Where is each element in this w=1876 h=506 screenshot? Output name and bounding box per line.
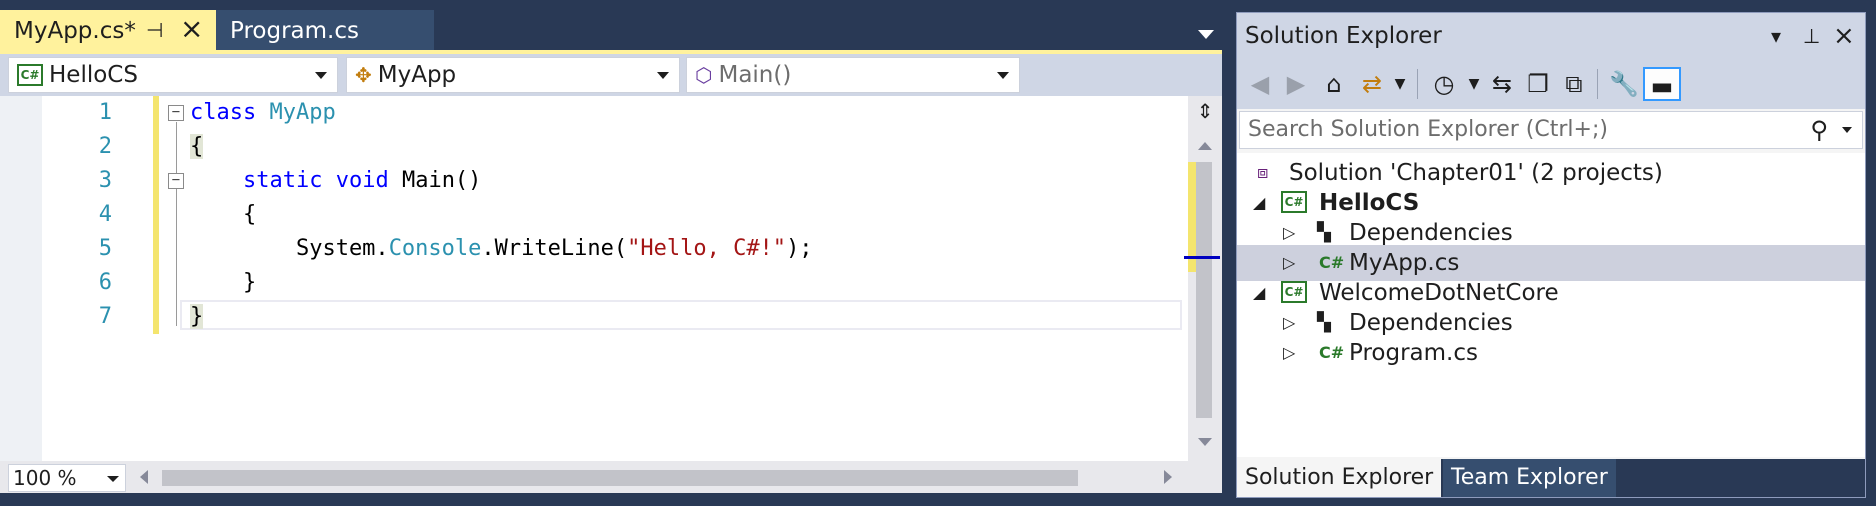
collapse-all-icon[interactable]: ❐: [1521, 67, 1555, 101]
wrench-icon[interactable]: 🔧: [1607, 67, 1641, 101]
home-icon[interactable]: ⌂: [1317, 67, 1351, 101]
toolbar-separator: [1417, 69, 1418, 99]
tree-item-label: Program.cs: [1349, 340, 1478, 366]
visual-studio-solution-icon: ⧈: [1257, 162, 1269, 183]
close-icon[interactable]: ×: [180, 14, 203, 44]
tab-team-explorer[interactable]: Team Explorer: [1443, 459, 1616, 497]
outline-line: [176, 122, 177, 326]
line-number: 5: [98, 236, 112, 261]
csharp-project-icon: C#: [1281, 191, 1307, 213]
scrollbar-thumb[interactable]: [1196, 162, 1212, 418]
line-number: 4: [98, 202, 112, 227]
code-line: {: [190, 134, 204, 159]
glyph-margin: [0, 96, 42, 461]
tree-item-program-cs[interactable]: ▷ C# Program.cs: [1237, 335, 1865, 371]
panel-title: Solution Explorer: [1245, 23, 1442, 49]
line-number: 1: [98, 100, 112, 125]
search-placeholder: Search Solution Explorer (Ctrl+;): [1248, 117, 1608, 142]
line-number: 6: [98, 270, 112, 295]
code-line: class MyApp: [190, 100, 336, 125]
scroll-up-icon[interactable]: [1198, 142, 1212, 150]
tab-solution-explorer[interactable]: Solution Explorer: [1237, 459, 1442, 497]
code-line: System.Console.WriteLine("Hello, C#!");: [190, 236, 813, 261]
zoom-value: 100 %: [13, 466, 77, 490]
project-dropdown-label: HelloCS: [49, 62, 138, 88]
window-position-dropdown-icon[interactable]: ▾: [1771, 13, 1781, 59]
forward-icon[interactable]: ▶: [1279, 67, 1313, 101]
preview-selected-items-icon[interactable]: ▬: [1643, 67, 1681, 101]
pin-icon[interactable]: ⊣: [146, 18, 163, 42]
tab-label: MyApp.cs*: [14, 18, 136, 44]
back-icon[interactable]: ◀: [1243, 67, 1277, 101]
dependencies-icon: ▚: [1317, 312, 1331, 333]
collapse-icon[interactable]: −: [168, 105, 184, 121]
chevron-down-icon: [657, 72, 669, 79]
auto-hide-pin-icon[interactable]: ⊥: [1803, 13, 1820, 59]
code-line: static void Main(): [242, 168, 482, 193]
csharp-file-icon: C#: [1319, 343, 1345, 362]
vertical-scrollbar[interactable]: ⇕: [1184, 96, 1222, 461]
member-dropdown-label: Main(): [718, 62, 792, 88]
close-icon[interactable]: ×: [1833, 13, 1855, 59]
code-line: {: [190, 202, 257, 227]
chevron-down-icon: [315, 72, 327, 79]
line-number: 7: [98, 304, 112, 329]
chevron-down-icon: [997, 72, 1009, 79]
method-icon: ⬡: [695, 63, 713, 87]
scroll-down-icon[interactable]: [1198, 438, 1212, 446]
tab-program-cs[interactable]: Program.cs: [216, 10, 434, 52]
project-dropdown[interactable]: C# HelloCS: [8, 57, 338, 93]
tab-overflow-dropdown-icon[interactable]: [1198, 30, 1214, 39]
csharp-project-icon: C#: [17, 64, 43, 86]
code-line: }: [190, 304, 204, 329]
sync-with-active-document-icon[interactable]: ⇆: [1485, 67, 1519, 101]
solution-explorer-panel: Solution Explorer ▾ ⊥ × ◀ ▶ ⌂ ⇄ ▼ ◷ ▼ ⇆ …: [1236, 12, 1866, 498]
search-input[interactable]: Search Solution Explorer (Ctrl+;) ⚲: [1239, 111, 1863, 149]
scroll-right-icon[interactable]: [1164, 470, 1172, 484]
scroll-left-icon[interactable]: [140, 470, 148, 484]
scrollbar-caret-marker: [1184, 256, 1220, 259]
chevron-down-icon[interactable]: ▼: [1383, 67, 1417, 101]
pending-changes-filter-icon[interactable]: ◷: [1427, 67, 1461, 101]
document-tabs: MyApp.cs* ⊣ × Program.cs: [0, 10, 1222, 52]
code-line: }: [190, 270, 257, 295]
member-dropdown[interactable]: ⬡ Main(): [686, 57, 1020, 93]
collapsed-triangle-icon[interactable]: ▷: [1283, 335, 1295, 371]
class-dropdown[interactable]: ✥ MyApp: [346, 57, 680, 93]
line-number: 2: [98, 134, 112, 159]
show-all-files-icon[interactable]: ⧉: [1557, 67, 1591, 101]
class-dropdown-label: MyApp: [377, 62, 457, 88]
navigation-bar: C# HelloCS ✥ MyApp ⬡ Main(): [0, 54, 1222, 96]
dependencies-icon: ▚: [1317, 222, 1331, 243]
search-options-dropdown-icon[interactable]: [1842, 127, 1852, 133]
split-window-icon[interactable]: ⇕: [1194, 100, 1216, 124]
tool-window-tabs: Solution Explorer Team Explorer: [1237, 459, 1865, 497]
editor-status-bar: 100 %: [0, 461, 1222, 493]
panel-title-bar: Solution Explorer ▾ ⊥ ×: [1237, 13, 1865, 59]
zoom-dropdown[interactable]: 100 %: [8, 464, 126, 492]
csharp-project-icon: C#: [1281, 281, 1307, 303]
chevron-down-icon: [107, 476, 119, 482]
collapse-icon[interactable]: −: [168, 173, 184, 189]
csharp-file-icon: C#: [1319, 253, 1345, 272]
toolbar-separator: [1597, 69, 1598, 99]
solution-explorer-toolbar: ◀ ▶ ⌂ ⇄ ▼ ◷ ▼ ⇆ ❐ ⧉ 🔧 ▬: [1237, 59, 1865, 109]
code-area[interactable]: 1 2 3 4 5 6 7 − − class MyApp { static v…: [0, 96, 1188, 461]
line-number: 3: [98, 168, 112, 193]
search-icon[interactable]: ⚲: [1810, 112, 1828, 148]
code-text: class MyApp { static void Main() { Syste…: [190, 96, 813, 334]
tab-myapp-cs[interactable]: MyApp.cs* ⊣ ×: [0, 10, 216, 52]
solution-tree: ⧈ Solution 'Chapter01' (2 projects) ◢ C#…: [1237, 153, 1865, 457]
change-tracking-bar: [153, 96, 159, 334]
horizontal-scrollbar-thumb[interactable]: [162, 470, 1078, 486]
code-editor: MyApp.cs* ⊣ × Program.cs C# HelloCS ✥ My…: [0, 0, 1222, 506]
line-numbers: 1 2 3 4 5 6 7: [60, 96, 120, 334]
tab-label: Program.cs: [230, 18, 359, 44]
class-icon: ✥: [355, 63, 372, 87]
